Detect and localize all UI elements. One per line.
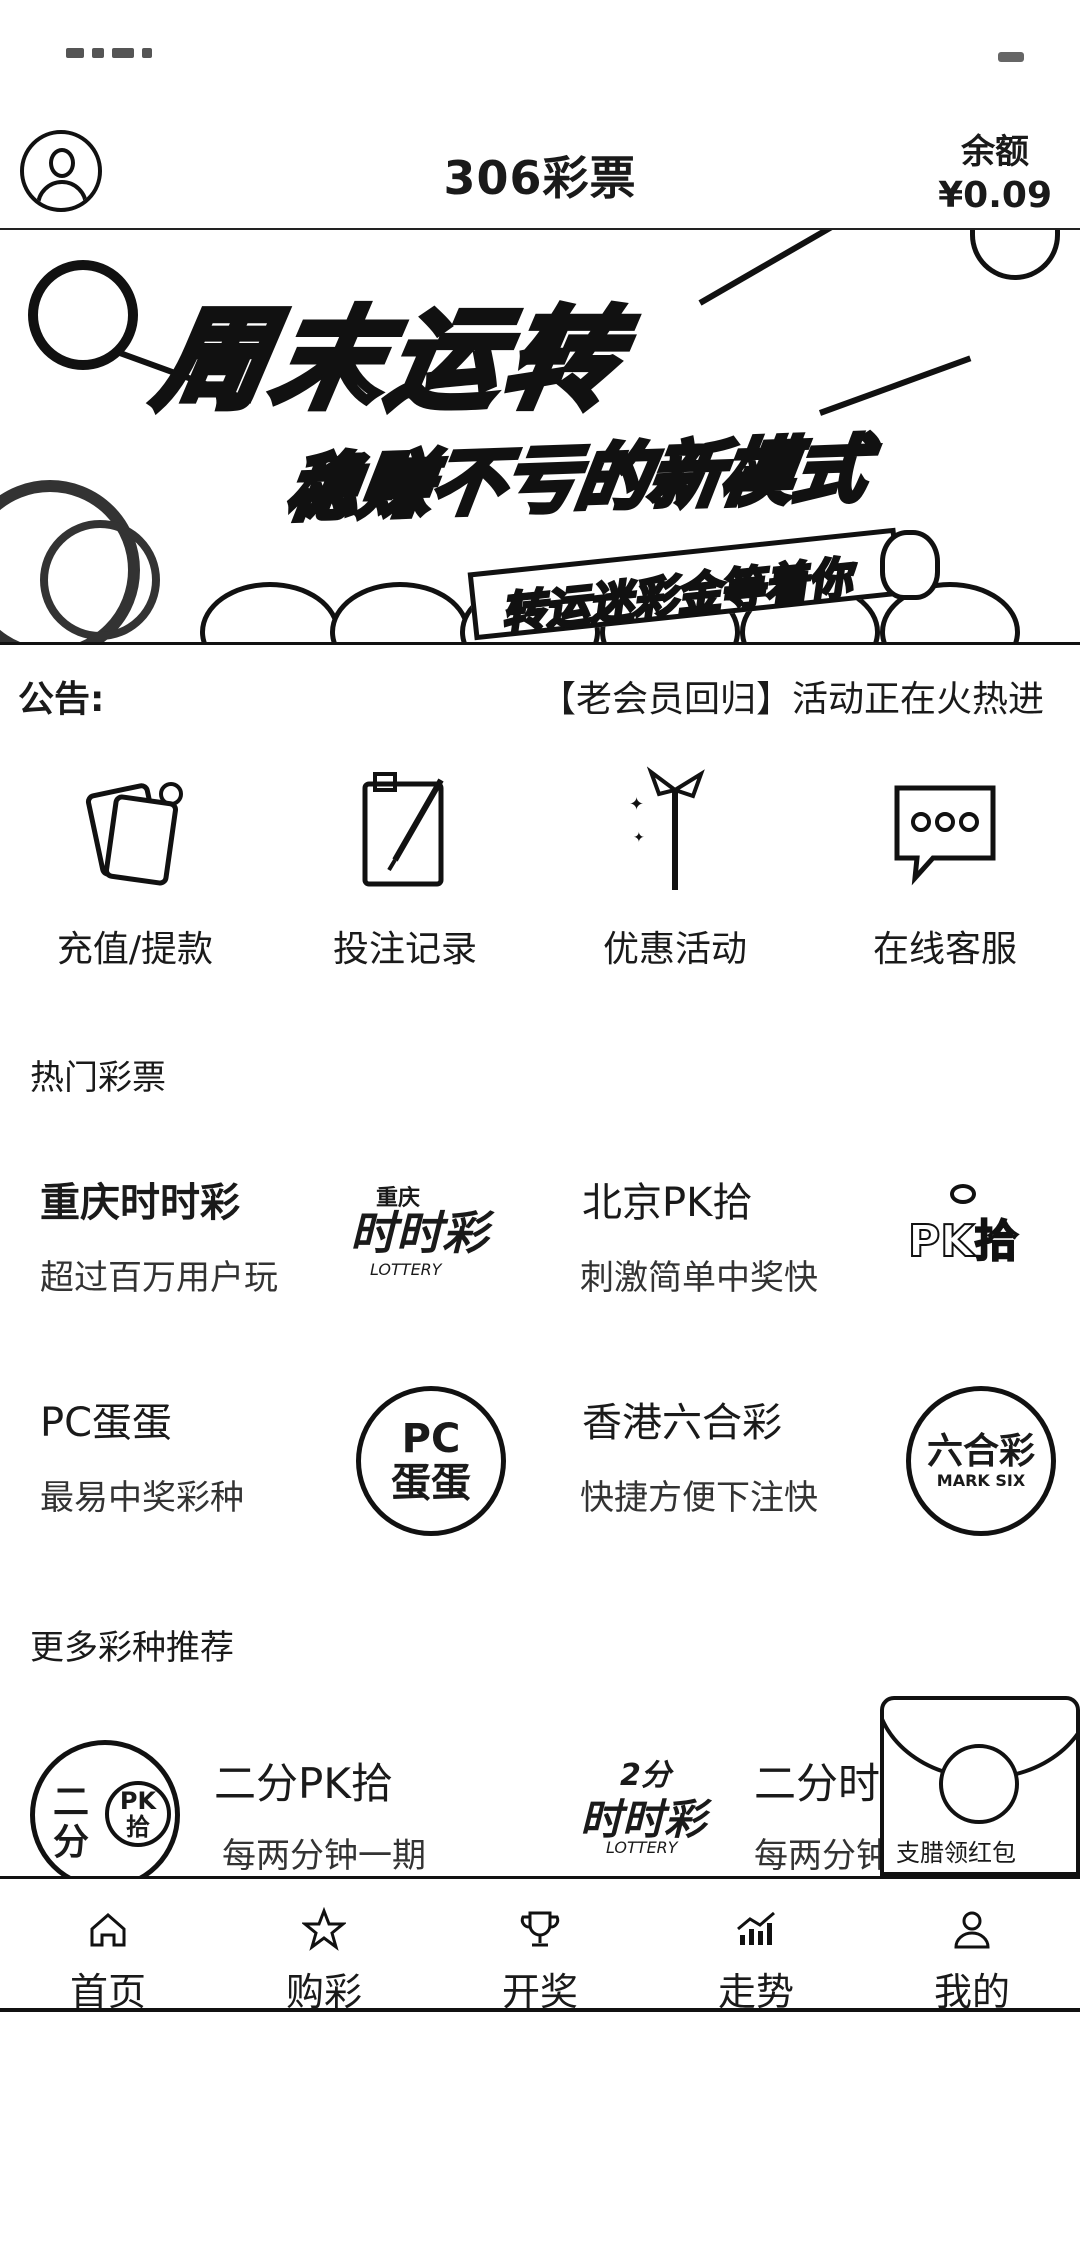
logo-main-text: 六合彩: [926, 1431, 1035, 1473]
quick-recharge[interactable]: 充值/提款: [15, 760, 255, 980]
tab-home[interactable]: 首页: [0, 1879, 216, 2014]
tab-home-label: 首页: [69, 1970, 146, 2014]
lottery-name: 北京PK拾: [582, 1180, 753, 1226]
coin-icon: [28, 260, 138, 370]
marksix-logo-icon: 六合彩 MARK SIX: [900, 1380, 1060, 1540]
lottery-name: 二分时: [754, 1759, 880, 1808]
lottery-desc: 刺激简单中奖快: [580, 1258, 818, 1298]
gift-icon: ✦ ✦: [629, 766, 705, 890]
logo-main-text: 时时彩: [350, 1206, 488, 1260]
lottery-card-marksix[interactable]: 香港六合彩 快捷方便下注快 六合彩 MARK SIX: [540, 1370, 1080, 1570]
quick-promotions[interactable]: ✦ ✦ 优惠活动: [555, 760, 795, 980]
bottom-tabbar: 首页 购彩 开奖 走势 我的: [0, 1876, 1080, 2014]
lottery-desc: 每两分钟: [754, 1836, 880, 1870]
tab-trend-label: 走势: [717, 1970, 794, 2014]
lottery-desc: 每两分钟一期: [222, 1836, 426, 1876]
quick-recharge-label: 充值/提款: [56, 929, 214, 970]
logo-left-text: 二分: [53, 1782, 90, 1863]
lottery-desc: 最易中奖彩种: [40, 1478, 244, 1518]
lottery-desc: 快捷方便下注快: [580, 1478, 818, 1518]
pcdd-logo-icon: PC 蛋蛋: [340, 1380, 506, 1540]
tab-buy[interactable]: 购彩: [216, 1879, 432, 2014]
tab-trend[interactable]: 走势: [648, 1879, 864, 2014]
lottery-name: 香港六合彩: [582, 1400, 782, 1446]
trophy-icon: [520, 1911, 560, 1947]
coin-icon: [939, 1744, 1019, 1824]
user-icon: [954, 1911, 990, 1949]
logo-sub-text: LOTTERY: [370, 1260, 442, 1279]
balance-display[interactable]: 余额 ¥0.09: [938, 124, 1052, 216]
battery-icon: [998, 52, 1024, 62]
logo-right-text: PK拾: [105, 1781, 171, 1847]
svg-text:✦: ✦: [629, 794, 644, 815]
chat-icon: [894, 785, 996, 886]
quick-promotions-label: 优惠活动: [602, 929, 747, 970]
notice-text: 【老会员回归】活动正在火热进: [540, 679, 1045, 720]
logo-sub-text: LOTTERY: [606, 1838, 678, 1857]
hot-section-title: 热门彩票: [30, 1058, 166, 1098]
banner-subline: 稳赚不亏的新模式: [279, 424, 875, 533]
status-icons: [66, 48, 186, 64]
tab-results-label: 开奖: [501, 1970, 578, 2014]
lottery-card-2fen-ssc[interactable]: 2分 时时彩 LOTTERY 二分时 每两分钟: [560, 1720, 880, 1870]
lottery-card-cqssc[interactable]: 重庆时时彩 超过百万用户玩 重庆 时时彩 LOTTERY: [0, 1150, 540, 1350]
red-packet-button[interactable]: 支腊领红包: [880, 1696, 1080, 1876]
2fen-ssc-logo-icon: 2分 时时彩 LOTTERY: [580, 1750, 720, 1870]
tab-mine-label: 我的: [933, 1970, 1010, 2014]
tab-results[interactable]: 开奖: [432, 1879, 648, 2014]
app-header: 306彩票 余额 ¥0.09: [0, 120, 1080, 230]
quick-customer-service-label: 在线客服: [872, 929, 1017, 970]
status-bar: [0, 0, 1080, 120]
cqssc-logo-icon: 重庆 时时彩 LOTTERY: [340, 1160, 500, 1320]
notice-bar[interactable]: 公告: 【老会员回归】活动正在火热进: [0, 650, 1080, 740]
quick-bet-record-label: 投注记录: [332, 929, 477, 970]
lottery-name: 重庆时时彩: [40, 1180, 240, 1226]
logo-main-text: PK拾: [907, 1216, 1019, 1267]
star-icon: [302, 1907, 346, 1951]
logo-sub-text: MARK SIX: [936, 1471, 1026, 1490]
promo-banner[interactable]: 周末运转 稳赚不亏的新模式 转运迷彩金等着你: [0, 230, 1080, 645]
decor-icon: [970, 230, 1060, 280]
quick-customer-service[interactable]: 在线客服: [825, 760, 1065, 980]
lottery-card-2fen-pk10[interactable]: 二分 PK拾 二分PK拾 每两分钟一期: [0, 1720, 540, 1890]
2fen-pk10-logo-icon: 二分 PK拾: [30, 1740, 180, 1890]
notice-label: 公告:: [18, 679, 105, 720]
wallet-icon: [85, 782, 183, 886]
svg-text:✦: ✦: [633, 830, 645, 846]
logo-top-text: PC: [401, 1416, 461, 1462]
quick-bet-record[interactable]: 投注记录: [285, 760, 525, 980]
lottery-card-pcdd[interactable]: PC蛋蛋 最易中奖彩种 PC 蛋蛋: [0, 1370, 540, 1570]
more-section-title: 更多彩种推荐: [30, 1628, 234, 1668]
tab-mine[interactable]: 我的: [864, 1879, 1080, 2014]
coin-icon: [40, 520, 160, 640]
tab-buy-label: 购彩: [285, 1970, 362, 2014]
lottery-name: PC蛋蛋: [40, 1400, 173, 1446]
lottery-desc: 超过百万用户玩: [40, 1258, 278, 1298]
balance-amount: ¥0.09: [938, 175, 1052, 216]
quick-menu: 充值/提款 投注记录 ✦ ✦ 优惠活动 在线客服: [0, 760, 1080, 1000]
trend-icon: [737, 1911, 775, 1945]
red-packet-caption: 支腊领红包: [896, 1839, 1016, 1867]
lottery-name: 二分PK拾: [214, 1759, 393, 1808]
app-title: 306彩票: [443, 151, 637, 205]
banner-headline: 周末运转: [144, 293, 637, 427]
mascot-icon: [880, 530, 940, 600]
pk10-logo-icon: PK拾: [900, 1160, 1060, 1320]
home-icon: [90, 1913, 126, 1947]
balance-label: 余额: [961, 132, 1030, 172]
lottery-card-bjpk10[interactable]: 北京PK拾 刺激简单中奖快 PK拾: [540, 1150, 1080, 1350]
logo-main-text: 蛋蛋: [391, 1460, 471, 1506]
clipboard-icon: [362, 772, 444, 887]
